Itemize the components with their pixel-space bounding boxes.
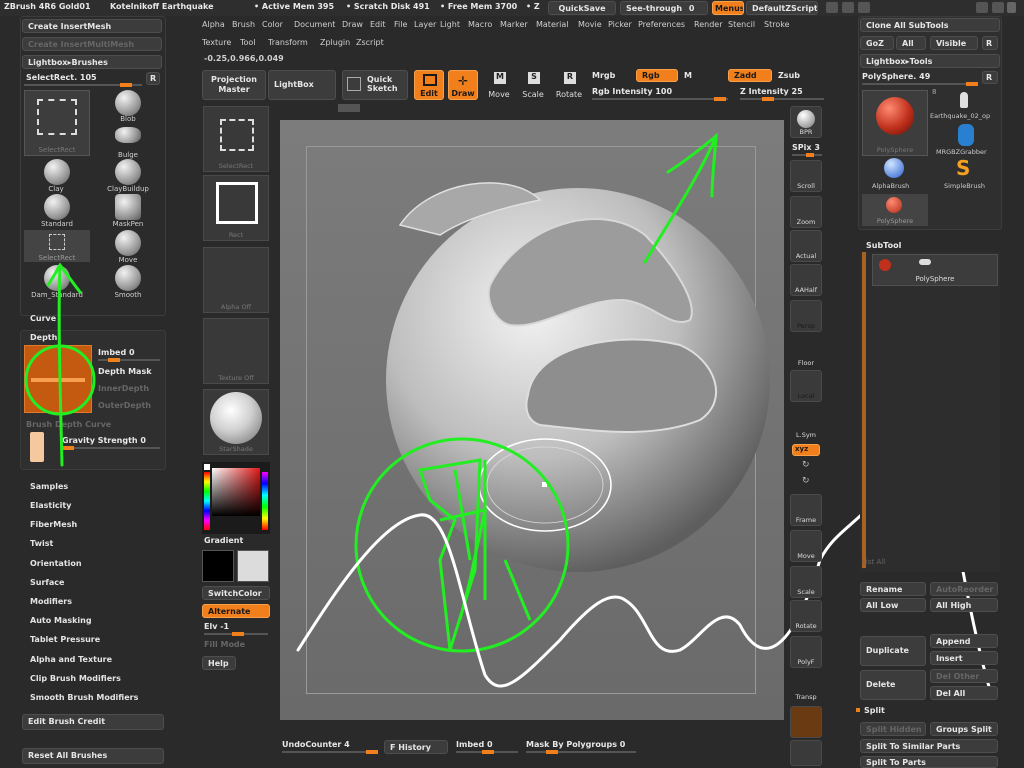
subtool-item-label: PolySphere <box>915 275 955 283</box>
polysphere-icon <box>876 97 914 135</box>
floor-button[interactable]: Floor <box>790 336 822 368</box>
frame-label: Frame <box>795 516 817 524</box>
rotate-z-icon[interactable]: ↻ <box>802 476 810 486</box>
xyz-button[interactable]: xyz <box>792 444 820 456</box>
tool-label: AlphaBrush <box>872 182 910 190</box>
spix-knob[interactable] <box>806 153 814 157</box>
subtool-visibility-icon[interactable] <box>919 259 931 265</box>
subtool-menu[interactable]: SubTool <box>866 241 901 250</box>
subtool-list: PolySphere <box>860 252 1000 572</box>
move-view-button[interactable]: Move <box>790 530 822 562</box>
all-button[interactable]: All <box>896 36 926 50</box>
goz-button[interactable]: GoZ <box>860 36 894 50</box>
polysphere-small-icon <box>886 197 902 213</box>
del-all-button[interactable]: Del All <box>930 686 998 700</box>
tool-count: 8 <box>932 88 937 96</box>
split-hidden-button[interactable]: Split Hidden <box>860 722 926 736</box>
persp-label: Persp <box>797 322 815 330</box>
zoom-button[interactable]: Zoom <box>790 196 822 228</box>
mask-polygroups-slider[interactable] <box>526 750 636 754</box>
tool-label: Earthquake_02_op <box>930 112 991 120</box>
spix-label: SPix 3 <box>792 143 820 152</box>
polyf-label: PolyF <box>797 658 815 666</box>
append-button[interactable]: Append <box>930 634 998 648</box>
floor-label: Floor <box>797 359 815 367</box>
groups-split-button[interactable]: Groups Split <box>930 722 998 736</box>
current-tool-label: PolySphere. 49 <box>862 72 931 81</box>
list-all-button[interactable]: List All <box>862 558 885 566</box>
split-similar-parts-button[interactable]: Split To Similar Parts <box>860 739 998 753</box>
zoom-label: Zoom <box>796 218 816 226</box>
solo-button[interactable] <box>790 740 822 766</box>
bpr-icon <box>797 110 815 128</box>
tool-r-button[interactable]: R <box>982 36 998 50</box>
rotate-view-label: Rotate <box>795 622 817 630</box>
undo-slider[interactable] <box>282 750 378 754</box>
delete-button[interactable]: Delete <box>860 670 926 700</box>
earthquake-tool-icon[interactable] <box>960 92 968 108</box>
frame-button[interactable]: Frame <box>790 494 822 526</box>
tool-label: PolySphere <box>876 146 914 154</box>
transp-label: Transp <box>795 693 817 701</box>
aahalf-button[interactable]: AAHalf <box>790 264 822 296</box>
subtool-thumb-icon <box>879 259 891 271</box>
undo-knob[interactable] <box>366 750 378 754</box>
tool-polysphere-large[interactable]: PolySphere <box>862 90 928 156</box>
tool-label: PolySphere <box>876 217 914 225</box>
del-other-button[interactable]: Del Other <box>930 669 998 683</box>
insert-button[interactable]: Insert <box>930 651 998 665</box>
imbed-bottom-knob[interactable] <box>482 750 494 754</box>
mask-polygroups-knob[interactable] <box>546 750 558 754</box>
visible-button[interactable]: Visible <box>930 36 978 50</box>
rename-button[interactable]: Rename <box>860 582 926 596</box>
annotation-arrow-left <box>46 262 82 467</box>
lsym-button[interactable]: L.Sym <box>790 408 822 440</box>
bpr-label: BPR <box>799 128 813 136</box>
rotate-view-button[interactable]: Rotate <box>790 600 822 632</box>
move-view-label: Move <box>797 552 815 560</box>
imbed-bottom-label: Imbed 0 <box>456 740 493 749</box>
mrgbzgrabber-icon[interactable] <box>958 124 974 146</box>
tool-polysphere-small[interactable]: PolySphere <box>862 194 928 226</box>
tool-slider-knob[interactable] <box>966 82 978 86</box>
spix-slider[interactable] <box>792 153 822 157</box>
subtool-item-polysphere[interactable]: PolySphere <box>872 254 998 286</box>
all-high-button[interactable]: All High <box>930 598 998 612</box>
scroll-label: Scroll <box>797 182 815 190</box>
tool-label: SimpleBrush <box>944 182 985 190</box>
actual-label: Actual <box>795 252 817 260</box>
simplebrush-icon[interactable]: S <box>956 156 970 180</box>
split-indicator <box>856 708 860 712</box>
bpr-button[interactable]: BPR <box>790 106 822 138</box>
transp-button[interactable]: Transp <box>790 670 822 702</box>
scale-view-button[interactable]: Scale <box>790 566 822 598</box>
local-button[interactable]: Local <box>790 370 822 402</box>
persp-button[interactable]: Persp <box>790 300 822 332</box>
all-low-button[interactable]: All Low <box>860 598 926 612</box>
polyf-button[interactable]: PolyF <box>790 636 822 668</box>
tool-r2-button[interactable]: R <box>982 71 998 84</box>
undo-counter-label: UndoCounter 4 <box>282 740 350 749</box>
mask-polygroups-label: Mask By Polygroups 0 <box>526 740 626 749</box>
aahalf-label: AAHalf <box>794 286 818 294</box>
tool-slider[interactable] <box>862 82 978 86</box>
auto-reorder-button[interactable]: AutoReorder <box>930 582 998 596</box>
split-menu[interactable]: Split <box>864 706 885 715</box>
history-button[interactable]: F History <box>384 740 448 754</box>
scale-view-label: Scale <box>797 588 815 596</box>
ghost-button[interactable] <box>790 706 822 738</box>
local-label: Local <box>797 392 815 400</box>
split-to-parts-button[interactable]: Split To Parts <box>860 756 998 768</box>
imbed-bottom-slider[interactable] <box>456 750 518 754</box>
subtool-scrollbar[interactable] <box>862 252 866 568</box>
scroll-button[interactable]: Scroll <box>790 160 822 192</box>
lsym-label: L.Sym <box>796 431 816 439</box>
lightbox-tools-button[interactable]: Lightbox▸Tools <box>860 54 1000 68</box>
duplicate-button[interactable]: Duplicate <box>860 636 926 666</box>
tool-label: MRGBZGrabber <box>936 148 987 156</box>
alphabrush-icon[interactable] <box>884 158 904 178</box>
actual-button[interactable]: Actual <box>790 230 822 262</box>
rotate-y-icon[interactable]: ↻ <box>802 460 810 470</box>
clone-all-subtools-button[interactable]: Clone All SubTools <box>860 18 1000 32</box>
